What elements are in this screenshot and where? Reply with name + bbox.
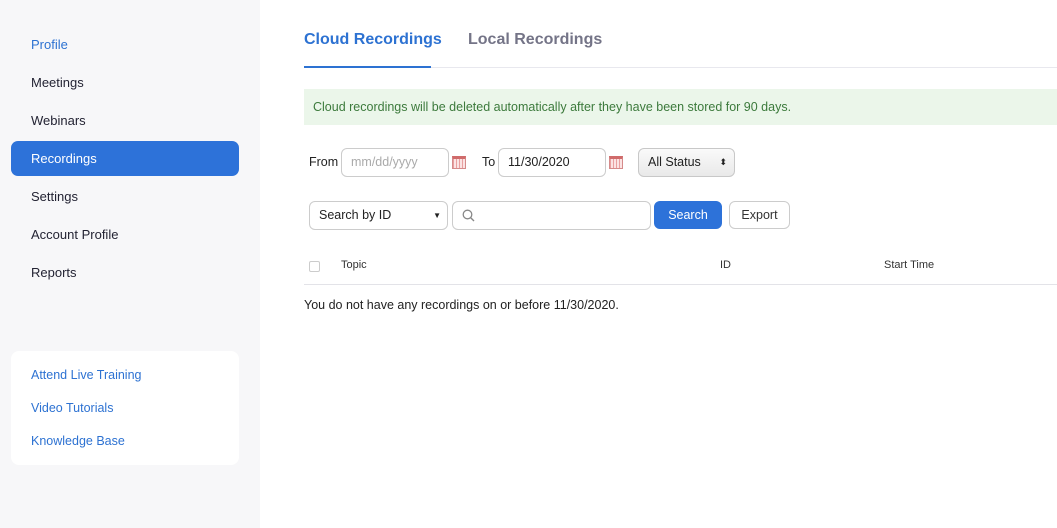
from-date-input[interactable]: mm/dd/yyyy [341,148,449,177]
sidebar-item-webinars[interactable]: Webinars [11,103,239,138]
active-tab-indicator [304,66,431,68]
updown-icon: ⬍ [719,157,727,167]
search-icon [462,209,475,222]
sidebar: Profile Meetings Webinars Recordings Set… [0,0,260,528]
export-button[interactable]: Export [729,201,790,229]
tab-local-recordings[interactable]: Local Recordings [468,31,602,49]
search-type-select[interactable]: Search by ID ▼ [309,201,448,230]
calendar-icon[interactable] [452,156,466,169]
video-tutorials-link[interactable]: Video Tutorials [31,401,113,415]
sidebar-item-recordings[interactable]: Recordings [11,141,239,176]
caret-down-icon: ▼ [433,211,441,220]
search-type-value: Search by ID [319,208,392,222]
sidebar-item-settings[interactable]: Settings [11,179,239,214]
sidebar-item-meetings[interactable]: Meetings [11,65,239,100]
status-value: All Status [648,155,701,169]
sidebar-item-account-profile[interactable]: Account Profile [11,217,239,252]
search-input[interactable] [452,201,651,230]
calendar-icon[interactable] [609,156,623,169]
knowledge-base-link[interactable]: Knowledge Base [31,434,125,448]
sidebar-item-profile[interactable]: Profile [11,27,239,62]
retention-notice: Cloud recordings will be deleted automat… [304,89,1057,125]
empty-state-message: You do not have any recordings on or bef… [304,298,619,312]
sidebar-item-reports[interactable]: Reports [11,255,239,290]
to-date-input[interactable]: 11/30/2020 [498,148,606,177]
from-label: From [309,155,339,169]
column-start-time: Start Time [884,259,935,271]
status-select[interactable]: All Status ⬍ [638,148,735,177]
attend-live-training-link[interactable]: Attend Live Training [31,368,142,382]
search-button[interactable]: Search [654,201,722,229]
select-all-checkbox[interactable] [309,261,320,272]
table-header-divider [304,284,1057,285]
tab-cloud-recordings[interactable]: Cloud Recordings [304,31,442,49]
to-label: To [482,155,496,169]
column-topic: Topic [341,259,367,271]
help-links-panel: Attend Live Training Video Tutorials Kno… [11,351,239,465]
column-id: ID [720,259,731,271]
